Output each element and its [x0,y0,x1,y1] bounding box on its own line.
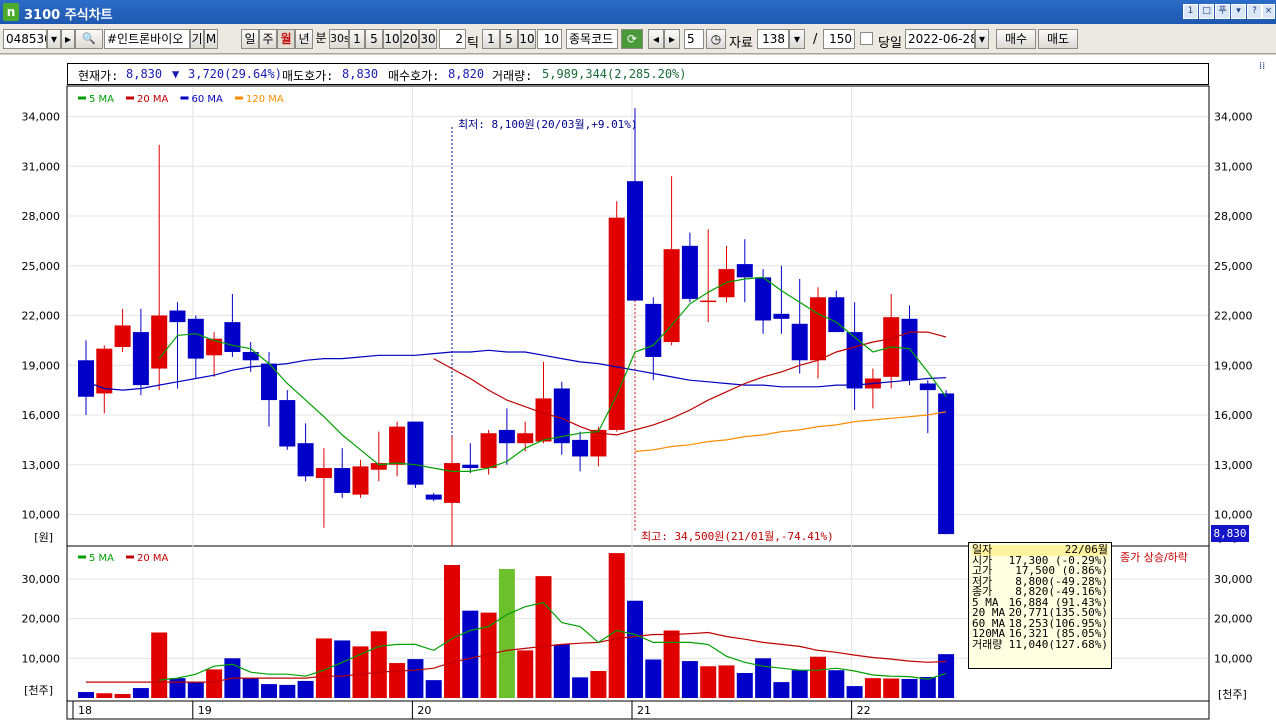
volume-label: 거래량: [492,69,533,83]
period-year-button[interactable]: 년 [295,29,313,49]
next-icon[interactable]: ▸ [664,29,680,49]
tick-5-button[interactable]: 5 [500,29,518,49]
current-price-badge: 8,830 [1211,525,1249,542]
search-icon[interactable]: 🔍 [75,29,103,49]
tick-input[interactable]: 2 [439,29,466,49]
minute-5-button[interactable]: 5 [365,29,383,49]
bid-label: 매수호가: [388,69,440,83]
minute-1-button[interactable]: 1 [349,29,365,49]
period-minute-label: 분 [315,31,327,45]
price-info-bar: 현재가: 8,830 ▼ 3,720(29.64%) 매도호가: 8,830 매… [67,63,1209,85]
close-button[interactable]: × [1262,4,1275,19]
window-title: 3100 주식차트 [24,8,113,23]
date-field[interactable]: 2022-06-28 [905,29,975,49]
toolbar: 048530 ▾ ▸ 🔍 #인트론바이오 기 M 일 주 월 년 분 30s 1… [0,24,1276,54]
tooltip-row: 거래량 11,040(127.68%) [972,637,1108,651]
tooltip-value: 11,040(127.68%) [1008,637,1108,651]
ask-label: 매도호가: [282,69,334,83]
tick-label: 틱 [467,36,479,51]
gi-button[interactable]: 기 [190,29,204,49]
stock-code-dropdown-icon[interactable]: ▾ [47,29,61,49]
minute-30-button[interactable]: 30 [419,29,437,49]
data-slash: / [813,32,818,47]
app-logo: n [3,3,19,21]
today-checkbox[interactable] [860,32,873,45]
today-label: 당일 [878,36,902,51]
current-price-label: 현재가: [78,69,119,83]
minute-30s-button[interactable]: 30s [329,29,349,49]
data-count-select[interactable]: 138 [757,29,789,49]
data-label: 자료 [729,36,753,51]
tick-value-field[interactable]: 10 [537,29,562,49]
buy-button[interactable]: 매수 [996,29,1036,49]
ask-value: 8,830 [342,67,379,81]
period-month-button[interactable]: 월 [277,29,295,49]
period-day-button[interactable]: 일 [241,29,259,49]
volume-caption: 종가 상승/하락 [1120,551,1188,564]
minute-10-button[interactable]: 10 [383,29,401,49]
help-button[interactable]: ? [1247,4,1262,19]
window-number-button[interactable]: 1 [1183,4,1198,19]
tooltip-label: 거래량 [972,637,1003,651]
date-dropdown-icon[interactable]: ▾ [975,29,989,49]
data-tooltip: 일자 22/06월 시가 17,300 (-0.29%) 고가 17,500 (0.86%… [968,542,1112,669]
step-field[interactable]: 5 [684,29,704,49]
data-total-field[interactable]: 150 [823,29,855,49]
data-count-dropdown-icon[interactable]: ▾ [789,29,805,49]
window-pin-button[interactable]: 푸 [1215,4,1230,19]
play-icon[interactable]: ▸ [61,29,75,49]
stock-code-field[interactable]: 048530 [3,29,47,49]
chart-settings-icon[interactable]: ⁞⁞ [1259,61,1265,72]
sell-button[interactable]: 매도 [1038,29,1078,49]
title-bar: n 3100 주식차트 1 □ 푸 ▾ ? × [0,0,1276,24]
tick-10-button[interactable]: 10 [518,29,536,49]
tick-1-button[interactable]: 1 [482,29,500,49]
window-restore-button[interactable]: □ [1199,4,1214,19]
prev-icon[interactable]: ◂ [648,29,664,49]
refresh-icon[interactable]: ⟳ [621,29,643,49]
down-arrow-icon: ▼ [172,67,180,81]
stock-name-field[interactable]: #인트론바이오 [104,29,190,49]
stock-code-input[interactable]: 종목코드 [566,29,618,49]
current-price-value: 8,830 [126,67,163,81]
period-week-button[interactable]: 주 [259,29,277,49]
volume-value: 5,989,344(2,285.20%) [542,67,687,81]
window-menu-button[interactable]: ▾ [1231,4,1246,19]
bid-value: 8,820 [448,67,485,81]
change-value: 3,720(29.64%) [188,67,282,81]
clock-icon[interactable]: ◷ [706,29,726,49]
m-button[interactable]: M [204,29,218,49]
minute-20-button[interactable]: 20 [401,29,419,49]
